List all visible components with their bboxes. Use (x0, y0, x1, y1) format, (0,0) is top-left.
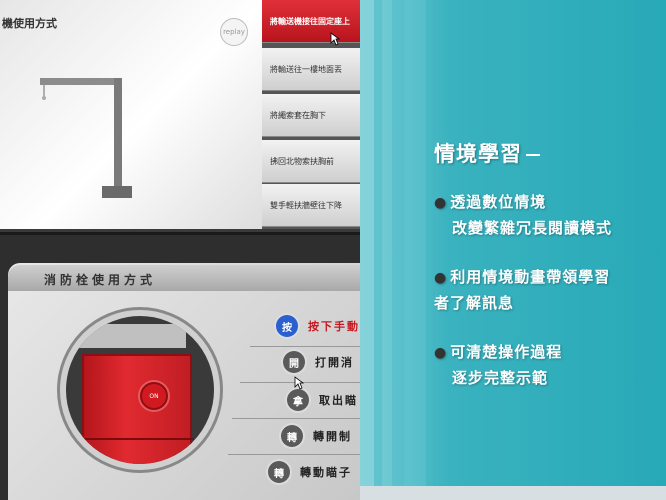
menu-item-step-2[interactable]: 將輸送往一樓地面丟 (262, 48, 360, 91)
bullet-line-2: 改變繁雜冗長閱讀模式 (452, 219, 613, 237)
hydrant-title: 消防栓使用方式 (44, 273, 157, 287)
heading-underline (526, 154, 540, 156)
bottom-bar (360, 486, 666, 500)
info-panel: 情境學習 ● 透過數位情境 改變繁雜冗長閱讀模式 ● 利用情境動畫帶領學習 者了解訊… (360, 0, 666, 500)
top-screen-title: 機使用方式 (2, 17, 57, 30)
bullet-line-2: 逐步完整示範 (452, 369, 549, 387)
top-animation-screen: 機使用方式 replay 將輸送機接往固定座上 將輸送往一樓地面丟 將繩索套在胸… (0, 0, 360, 232)
cabinet-door-line (84, 438, 194, 440)
mouse-pointer-icon (330, 32, 340, 46)
alarm-button-icon: ON (140, 382, 168, 410)
step-label: 轉開制 (313, 430, 352, 443)
menu-item-step-4[interactable]: 拂回北物索扶胸前 (262, 140, 360, 183)
menu-item-step-1[interactable]: 將輸送機接往固定座上 (262, 0, 360, 43)
bullet-dot-icon: ● (434, 345, 448, 361)
step-take-icon: 拿 (287, 389, 309, 411)
hydrant-step-1[interactable]: 按 按下手動 (276, 312, 360, 340)
hydrant-step-2[interactable]: 開 打開消 (283, 348, 354, 376)
step-divider (228, 454, 360, 455)
step-turn-valve-icon: 轉 (281, 425, 303, 447)
step-open-icon: 開 (283, 351, 305, 373)
decorative-stripe (382, 0, 392, 500)
step-divider (232, 418, 360, 419)
bullet-dot-icon: ● (434, 195, 448, 211)
bullet-line-1: 可清楚操作過程 (450, 343, 563, 361)
mouse-pointer-icon (294, 376, 304, 390)
step-label: 按下手動 (308, 320, 360, 333)
bullet-item: ● 利用情境動畫帶領學習 者了解訊息 (434, 265, 610, 316)
step-label: 打開消 (315, 356, 354, 369)
hydrant-cabinet-viewport: ON (60, 310, 220, 470)
hydrant-step-4[interactable]: 轉 轉開制 (281, 422, 352, 450)
bullet-dot-icon: ● (434, 270, 448, 286)
hydrant-cabinet: ON (82, 354, 194, 464)
heading-row: 情境學習 (434, 138, 540, 168)
decorative-stripe (404, 0, 426, 500)
step-label: 取出瞄 (319, 394, 358, 407)
panel-heading: 情境學習 (434, 142, 522, 166)
bullet-item: ● 透過數位情境 改變繁雜冗長閱讀模式 (434, 190, 612, 241)
decorative-stripe (360, 0, 374, 500)
step-menu: 將輸送機接往固定座上 將輸送往一樓地面丟 將繩索套在胸下 拂回北物索扶胸前 雙手… (262, 0, 360, 229)
hydrant-step-3[interactable]: 拿 取出瞄 (287, 386, 358, 414)
menu-item-step-3[interactable]: 將繩索套在胸下 (262, 94, 360, 137)
menu-item-step-5[interactable]: 雙手輕扶牆壁往下降 (262, 184, 360, 227)
escape-device-stand-illustration (40, 78, 132, 198)
cabinet-top (76, 324, 186, 348)
hydrant-step-5[interactable]: 轉 轉動瞄子 (268, 458, 352, 486)
step-label: 轉動瞄子 (300, 466, 352, 479)
step-divider (250, 346, 360, 347)
step-press-icon: 按 (276, 315, 298, 337)
replay-button[interactable]: replay (220, 18, 248, 46)
bullet-line-1: 透過數位情境 (450, 193, 547, 211)
step-turn-nozzle-icon: 轉 (268, 461, 290, 483)
bullet-line-1: 利用情境動畫帶領學習 (450, 268, 611, 286)
bullet-item: ● 可清楚操作過程 逐步完整示範 (434, 340, 562, 391)
bullet-line-2: 者了解訊息 (434, 294, 515, 312)
